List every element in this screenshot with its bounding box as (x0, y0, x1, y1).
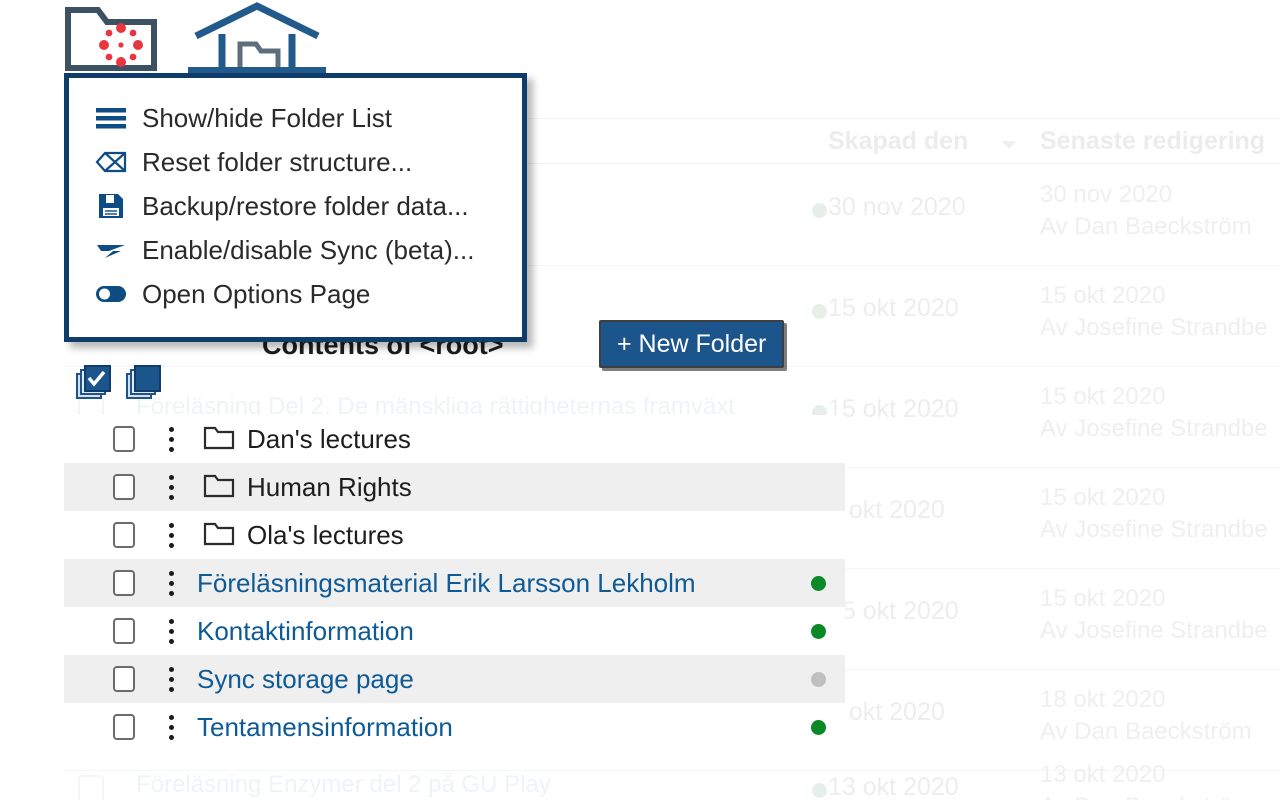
app-root: Skapad den Senaste redigering 30 nov 202… (0, 0, 1280, 800)
menu-item-label: Reset folder structure... (142, 146, 413, 177)
list-item[interactable]: Tentamensinformation (64, 703, 845, 751)
row-menu-icon[interactable] (169, 424, 175, 454)
canvas-folder-icon[interactable] (64, 2, 158, 79)
extension-popup-menu: Show/hide Folder List Reset folder struc… (64, 73, 527, 342)
row-checkbox[interactable] (113, 666, 135, 692)
list-item-label[interactable]: Tentamensinformation (197, 712, 453, 743)
menu-item-reset-folder-structure[interactable]: Reset folder structure... (69, 140, 522, 184)
list-item[interactable]: Ola's lectures (64, 511, 845, 559)
row-checkbox[interactable] (113, 522, 135, 548)
row-checkbox[interactable] (113, 426, 135, 452)
list-item[interactable]: Föreläsningsmaterial Erik Larsson Lekhol… (64, 559, 845, 607)
row-menu-icon[interactable] (169, 712, 175, 742)
row-menu-icon[interactable] (169, 664, 175, 694)
row-menu-icon[interactable] (169, 520, 175, 550)
folder-icon (203, 472, 235, 503)
menu-item-open-options-page[interactable]: Open Options Page (69, 272, 522, 316)
row-checkbox[interactable] (113, 618, 135, 644)
list-item[interactable]: Kontaktinformation (64, 607, 845, 655)
row-menu-icon[interactable] (169, 472, 175, 502)
menu-item-label: Backup/restore folder data... (142, 190, 469, 221)
home-folder-icon[interactable] (188, 0, 326, 79)
toggle-switch-icon (94, 286, 128, 302)
extension-overlay: Contents of <root> + New Folder Dan's le… (0, 0, 1280, 800)
list-item-label[interactable]: Human Rights (247, 472, 412, 503)
list-item-label[interactable]: Kontaktinformation (197, 616, 414, 647)
status-badge (811, 575, 826, 591)
sync-icon (94, 240, 128, 260)
menu-item-label: Show/hide Folder List (142, 102, 393, 133)
menu-item-label: Open Options Page (142, 278, 371, 309)
deselect-all-icon[interactable] (126, 365, 163, 407)
list-item[interactable]: Human Rights (64, 463, 845, 511)
status-badge (811, 719, 826, 735)
menu-item-show-hide-folder-list[interactable]: Show/hide Folder List (69, 96, 522, 140)
new-folder-button[interactable]: + New Folder (599, 320, 785, 368)
menu-item-backup-restore-folder-data[interactable]: Backup/restore folder data... (69, 184, 522, 228)
list-item-label[interactable]: Sync storage page (197, 664, 414, 695)
folder-icon (203, 424, 235, 455)
status-badge (811, 671, 826, 687)
row-checkbox[interactable] (113, 474, 135, 500)
list-item[interactable]: Sync storage page (64, 655, 845, 703)
row-menu-icon[interactable] (169, 568, 175, 598)
list-item[interactable]: Dan's lectures (64, 415, 845, 463)
menu-item-enable-disable-sync[interactable]: Enable/disable Sync (beta)... (69, 228, 522, 272)
row-menu-icon[interactable] (169, 616, 175, 646)
row-checkbox[interactable] (113, 570, 135, 596)
row-checkbox[interactable] (113, 714, 135, 740)
folder-icon (203, 520, 235, 551)
status-badge (811, 623, 826, 639)
menu-item-label: Enable/disable Sync (beta)... (142, 234, 475, 265)
hamburger-icon (94, 107, 128, 129)
list-item-label[interactable]: Dan's lectures (247, 424, 411, 455)
select-all-icon[interactable] (76, 365, 113, 407)
envelope-x-icon (94, 151, 128, 173)
folder-contents-list: Dan's lectures Human Rights Ola's lectur… (64, 415, 845, 751)
list-item-label[interactable]: Ola's lectures (247, 520, 404, 551)
list-item-label[interactable]: Föreläsningsmaterial Erik Larsson Lekhol… (197, 568, 696, 599)
floppy-disk-icon (94, 193, 128, 219)
